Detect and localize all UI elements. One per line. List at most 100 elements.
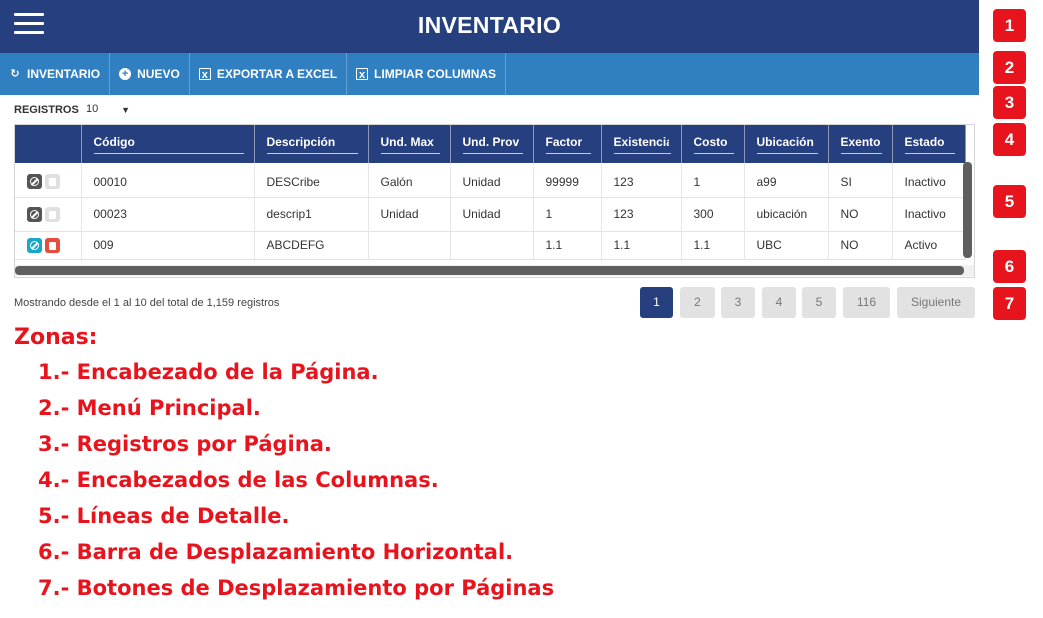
- column-header-label: Estado: [904, 135, 945, 149]
- column-header-label: Exento: [840, 135, 880, 149]
- zone-item: 1.- Encabezado de la Página.: [38, 360, 379, 384]
- table-cell: 00023: [81, 197, 255, 231]
- zones-title: Zonas:: [14, 325, 98, 350]
- table-cell: [450, 231, 534, 259]
- column-header[interactable]: Und. Prov: [450, 125, 534, 163]
- table-cell: Unidad: [450, 163, 534, 197]
- table-cell: [368, 231, 451, 259]
- table-cell: SI: [828, 163, 893, 197]
- records-summary: Mostrando desde el 1 al 10 del total de …: [14, 297, 280, 309]
- zone-item: 6.- Barra de Desplazamiento Horizontal.: [38, 540, 514, 564]
- row-actions: [15, 231, 82, 259]
- table-cell: 123: [601, 163, 682, 197]
- column-header-actions: [15, 125, 82, 163]
- table-cell: 1.1: [533, 231, 602, 259]
- page-button-2[interactable]: 2: [680, 287, 715, 318]
- column-header-label: Existencia: [613, 135, 669, 149]
- row-actions: [15, 197, 82, 231]
- table-row[interactable]: 00023 descrip1 Unidad Unidad 1 123 300 u…: [15, 197, 966, 231]
- table-cell: Unidad: [368, 197, 451, 231]
- table-cell: 009: [81, 231, 255, 259]
- column-header-label: Código: [93, 135, 135, 149]
- table-cell: NO: [828, 197, 893, 231]
- disable-icon[interactable]: [27, 237, 42, 253]
- page-size-label: REGISTROS: [14, 104, 79, 116]
- table-cell: 99999: [533, 163, 602, 197]
- disable-icon[interactable]: [27, 206, 42, 222]
- delete-icon[interactable]: [45, 174, 60, 190]
- row-actions: [15, 163, 82, 197]
- horizontal-scrollbar[interactable]: [15, 266, 964, 275]
- zone-badge: 3: [993, 86, 1026, 119]
- column-header[interactable]: Ubicación: [744, 125, 829, 163]
- table-cell: ABCDEFG: [254, 231, 369, 259]
- page-button-3[interactable]: 3: [721, 287, 755, 318]
- main-menu: ↻ INVENTARIO + NUEVO x EXPORTAR A EXCEL …: [0, 53, 979, 95]
- zone-badge: 5: [993, 185, 1026, 218]
- vertical-scrollbar[interactable]: [963, 162, 972, 258]
- table-cell: DESCribe: [254, 163, 369, 197]
- zone-item: 3.- Registros por Página.: [38, 432, 332, 456]
- zone-item: 2.- Menú Principal.: [38, 396, 261, 420]
- menu-item-exportar-excel[interactable]: x EXPORTAR A EXCEL: [190, 53, 348, 95]
- table-cell: a99: [744, 163, 829, 197]
- column-header-label: Descripción: [266, 135, 336, 149]
- menu-item-label: EXPORTAR A EXCEL: [216, 67, 338, 81]
- table-row[interactable]: 00010 DESCribe Galón Unidad 99999 123 1 …: [15, 163, 966, 197]
- table-cell: descrip1: [254, 197, 369, 231]
- table-cell: 1.1: [601, 231, 682, 259]
- column-header[interactable]: Descripción: [254, 125, 369, 163]
- table-cell: 300: [681, 197, 745, 231]
- refresh-icon: ↻: [10, 68, 20, 80]
- page-size-select[interactable]: 10 ▼: [86, 103, 134, 119]
- table-cell: Activo: [892, 231, 966, 259]
- table-cell: 1: [533, 197, 602, 231]
- menu-item-inventario[interactable]: ↻ INVENTARIO: [0, 53, 111, 95]
- page-title: INVENTARIO: [417, 12, 562, 38]
- zone-item: 4.- Encabezados de las Columnas.: [38, 468, 439, 492]
- zone-badge: 2: [993, 51, 1026, 84]
- column-header[interactable]: Factor: [533, 125, 602, 163]
- column-header[interactable]: Existencia: [601, 125, 682, 163]
- excel-file-icon: x: [198, 68, 211, 81]
- column-header[interactable]: Estado: [892, 125, 966, 163]
- next-page-button[interactable]: Siguiente: [897, 287, 975, 318]
- page-button-4[interactable]: 4: [762, 287, 796, 318]
- menu-item-nuevo[interactable]: + NUEVO: [110, 53, 190, 95]
- zone-badge: 1: [993, 9, 1026, 42]
- disable-icon[interactable]: [27, 174, 42, 190]
- column-header-label: Und. Prov: [462, 135, 520, 149]
- page-button-5[interactable]: 5: [802, 287, 836, 318]
- menu-item-label: NUEVO: [137, 67, 180, 81]
- column-header-label: Factor: [545, 135, 583, 149]
- menu-item-label: INVENTARIO: [27, 67, 101, 81]
- table-cell: 1.1: [681, 231, 745, 259]
- column-header[interactable]: Código: [81, 125, 255, 163]
- zone-badge: 7: [993, 287, 1026, 320]
- delete-icon[interactable]: [45, 237, 60, 253]
- zones-legend: Zonas: 1.- Encabezado de la Página. 2.- …: [14, 324, 554, 606]
- delete-icon[interactable]: [45, 206, 60, 222]
- table-cell: Unidad: [450, 197, 534, 231]
- column-header[interactable]: Und. Max: [368, 125, 451, 163]
- column-header[interactable]: Exento: [828, 125, 893, 163]
- table-cell: UBC: [744, 231, 829, 259]
- menu-item-limpiar-columnas[interactable]: x LIMPIAR COLUMNAS: [347, 53, 507, 95]
- file-icon: x: [356, 68, 369, 81]
- page-size-value: 10: [86, 103, 99, 115]
- column-header-label: Und. Max: [380, 135, 434, 149]
- table-cell: 123: [601, 197, 682, 231]
- table-cell: Inactivo: [892, 163, 966, 197]
- column-header[interactable]: Costo: [681, 125, 745, 163]
- plus-circle-icon: +: [119, 68, 132, 80]
- zone-item: 5.- Líneas de Detalle.: [38, 504, 290, 528]
- menu-item-label: LIMPIAR COLUMNAS: [374, 67, 497, 81]
- table-cell: ubicación: [744, 197, 829, 231]
- table-cell: Galón: [368, 163, 451, 197]
- table-cell: NO: [828, 231, 893, 259]
- page-button-116[interactable]: 116: [843, 287, 890, 318]
- table-row[interactable]: 009 ABCDEFG 1.1 1.1 1.1 UBC NO Activo: [15, 231, 966, 259]
- page-button-1[interactable]: 1: [640, 287, 673, 318]
- caret-down-icon: ▼: [121, 105, 130, 115]
- zone-badge: 4: [993, 123, 1026, 156]
